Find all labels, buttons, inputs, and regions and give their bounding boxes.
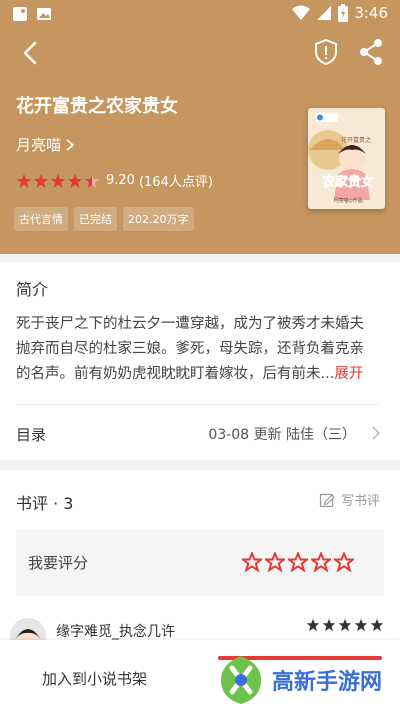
star-icon [51,173,65,188]
watermark: 高新手游网 [218,654,382,706]
rating-count: (164人点评) [138,175,213,190]
cover-big-title: 农家贵女 [321,174,374,190]
report-icon[interactable] [312,38,340,66]
star-outline-icon[interactable] [242,552,262,572]
star-half-icon [85,173,99,188]
star-icon [322,618,336,632]
wifi-icon [292,5,311,20]
review-title: 书评 · 3 [16,494,74,513]
battery-icon [338,4,349,22]
edit-icon [319,493,335,507]
star-icon [68,173,82,188]
star-icon [17,173,31,188]
back-icon[interactable] [16,38,46,68]
book-tags: 古代言情 已完结 202.20万字 [14,207,194,231]
chevron-right-icon [66,138,75,151]
star-outline-icon[interactable] [288,552,308,572]
add-to-shelf-button[interactable]: 加入到小说书架 [42,668,147,689]
status-bar: 3:46 [0,0,400,28]
write-review-button[interactable]: 写书评 [319,490,380,509]
cover-small-title: 花开富贵之 [341,136,371,144]
tag-word-count: 202.20万字 [123,207,194,231]
star-icon [370,618,384,632]
reviewer-stars [306,618,384,632]
status-time: 3:46 [354,4,388,22]
rating-score: 9.20 [106,173,135,188]
bottom-bar: 加入到小说书架 高新手游网 [0,640,400,711]
write-review-label: 写书评 [340,494,380,509]
intro-body: 死于丧尸之下的杜云夕一遭穿越，成为了被秀才未婚夫抛弃而自尽的杜家三娘。爹死，母失… [16,316,364,382]
tag-genre: 古代言情 [14,207,68,231]
rating-input-stars[interactable] [242,552,354,572]
intro-text: 死于丧尸之下的杜云夕一遭穿越，成为了被秀才未婚夫抛弃而自尽的杜家三娘。爹死，母失… [16,312,378,387]
toc-label[interactable]: 目录 [16,424,46,445]
reviewer-name: 缘字难觅_执念几许 [56,624,175,640]
chevron-right-icon[interactable] [370,425,382,441]
toc-latest-update[interactable]: 03-08 更新 陆佳（三） [208,424,356,444]
intro-title: 简介 [16,280,49,299]
star-outline-icon[interactable] [265,552,285,572]
star-icon [354,618,368,632]
book-title: 花开富贵之农家贵女 [16,96,178,117]
book-author-link[interactable]: 月亮喵 [16,134,75,155]
share-icon[interactable] [358,38,384,66]
signal-icon [317,6,332,20]
notification-icon [13,7,27,21]
watermark-logo [221,656,261,704]
divider [16,404,378,405]
rating-row: 9.20 (164人点评) [16,171,213,190]
image-icon [37,8,51,20]
book-cover[interactable]: 花开富贵之 农家贵女 月亮喵◎作品 [308,108,385,209]
star-icon [338,618,352,632]
author-name: 月亮喵 [16,136,62,154]
watermark-text: 高新手游网 [272,670,383,695]
rate-label: 我要评分 [28,554,89,572]
cover-author-line: 月亮喵◎作品 [333,197,362,204]
cover-art: 花开富贵之 农家贵女 月亮喵◎作品 [308,108,385,209]
star-outline-icon[interactable] [311,552,331,572]
tag-status: 已完结 [74,207,117,231]
rate-box: 我要评分 [16,530,384,596]
expand-link[interactable]: 展开 [334,366,363,382]
star-outline-icon[interactable] [334,552,354,572]
star-icon [34,173,48,188]
intro-card: 简介 死于丧尸之下的杜云夕一遭穿越，成为了被秀才未婚夫抛弃而自尽的杜家三娘。爹死… [0,262,400,460]
book-header: 3:46 花开富贵之农家贵女 月亮喵 9.20 (164人点评) 古代言情 已完… [0,0,400,254]
rating-stars [16,173,100,189]
star-icon [306,618,320,632]
